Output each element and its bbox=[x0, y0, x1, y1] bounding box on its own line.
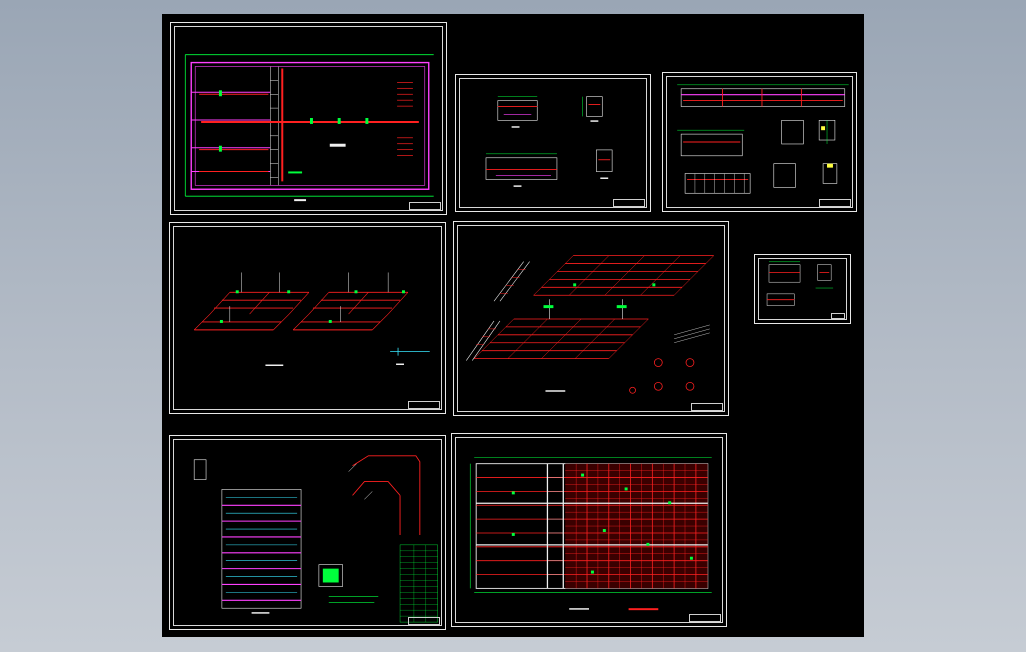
floor-plan-drawing bbox=[184, 54, 434, 202]
drawing-sheet-floor-plan[interactable] bbox=[170, 22, 447, 215]
drawing-sheet-isometric-small[interactable] bbox=[169, 222, 446, 414]
drawing-sheet-pipe-system[interactable] bbox=[169, 435, 446, 630]
pipe-system-drawing bbox=[193, 455, 438, 623]
isometric-grids-drawing bbox=[193, 272, 430, 366]
title-block bbox=[613, 199, 645, 207]
title-block bbox=[689, 614, 721, 622]
title-block bbox=[408, 401, 440, 409]
large-isometric-drawing bbox=[466, 255, 714, 394]
drawing-sheet-mini-detail[interactable] bbox=[754, 254, 851, 324]
title-block bbox=[819, 199, 851, 207]
drawing-sheet-sections[interactable] bbox=[455, 74, 651, 212]
title-block bbox=[831, 313, 845, 319]
sections-drawing bbox=[485, 96, 613, 187]
cad-drawing-canvas[interactable] bbox=[162, 14, 864, 637]
drawing-sheet-grid-plan[interactable] bbox=[451, 433, 727, 627]
title-block bbox=[691, 403, 723, 411]
drawing-sheet-elevations[interactable] bbox=[662, 72, 857, 212]
title-block bbox=[409, 202, 441, 210]
title-block bbox=[408, 617, 440, 625]
grid-plan-drawing bbox=[469, 457, 712, 611]
drawing-sheet-isometric-large[interactable] bbox=[453, 221, 729, 416]
elevations-drawing bbox=[677, 84, 849, 194]
